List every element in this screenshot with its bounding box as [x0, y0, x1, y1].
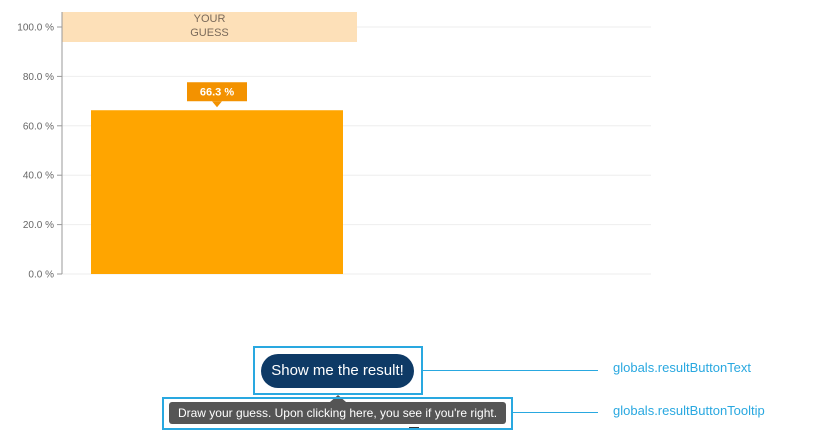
y-tick-label: 40.0 % [23, 171, 54, 182]
y-axis: 100.0 % 80.0 % 60.0 % 40.0 % 20.0 % 0.0 % [17, 12, 63, 281]
show-result-button[interactable]: Show me the result! [261, 354, 414, 388]
y-tick-label: 100.0 % [17, 23, 54, 34]
button-annotation-connector [423, 370, 598, 371]
column-header: YOUR GUESS [62, 12, 357, 42]
column-header-text: GUESS [190, 27, 229, 39]
quiz-chart-widget: YOUR GUESS 100.0 % 80.0 % 60.0 % 40.0 % 20.0 … [0, 0, 824, 431]
y-tick-label: 80.0 % [23, 72, 54, 83]
result-button-tooltip: Draw your guess. Upon clicking here, you… [169, 402, 506, 424]
guess-bar[interactable] [91, 110, 343, 274]
value-label-pointer [212, 101, 222, 108]
column-header-text: YOUR [194, 13, 226, 25]
cursor-mark [409, 427, 419, 431]
data-label-layer: 66.3 % [187, 82, 247, 108]
tooltip-annotation-connector [513, 412, 598, 413]
y-tick-label: 0.0 % [28, 270, 54, 281]
bar-layer[interactable] [91, 110, 343, 274]
tooltip-annotation: globals.resultButtonTooltip [613, 403, 765, 418]
value-label: 66.3 % [200, 87, 234, 99]
button-text-annotation: globals.resultButtonText [613, 360, 752, 375]
y-tick-label: 60.0 % [23, 121, 54, 132]
guess-bar-chart: YOUR GUESS 100.0 % 80.0 % 60.0 % 40.0 % 20.0 … [17, 12, 651, 281]
y-tick-label: 20.0 % [23, 220, 54, 231]
